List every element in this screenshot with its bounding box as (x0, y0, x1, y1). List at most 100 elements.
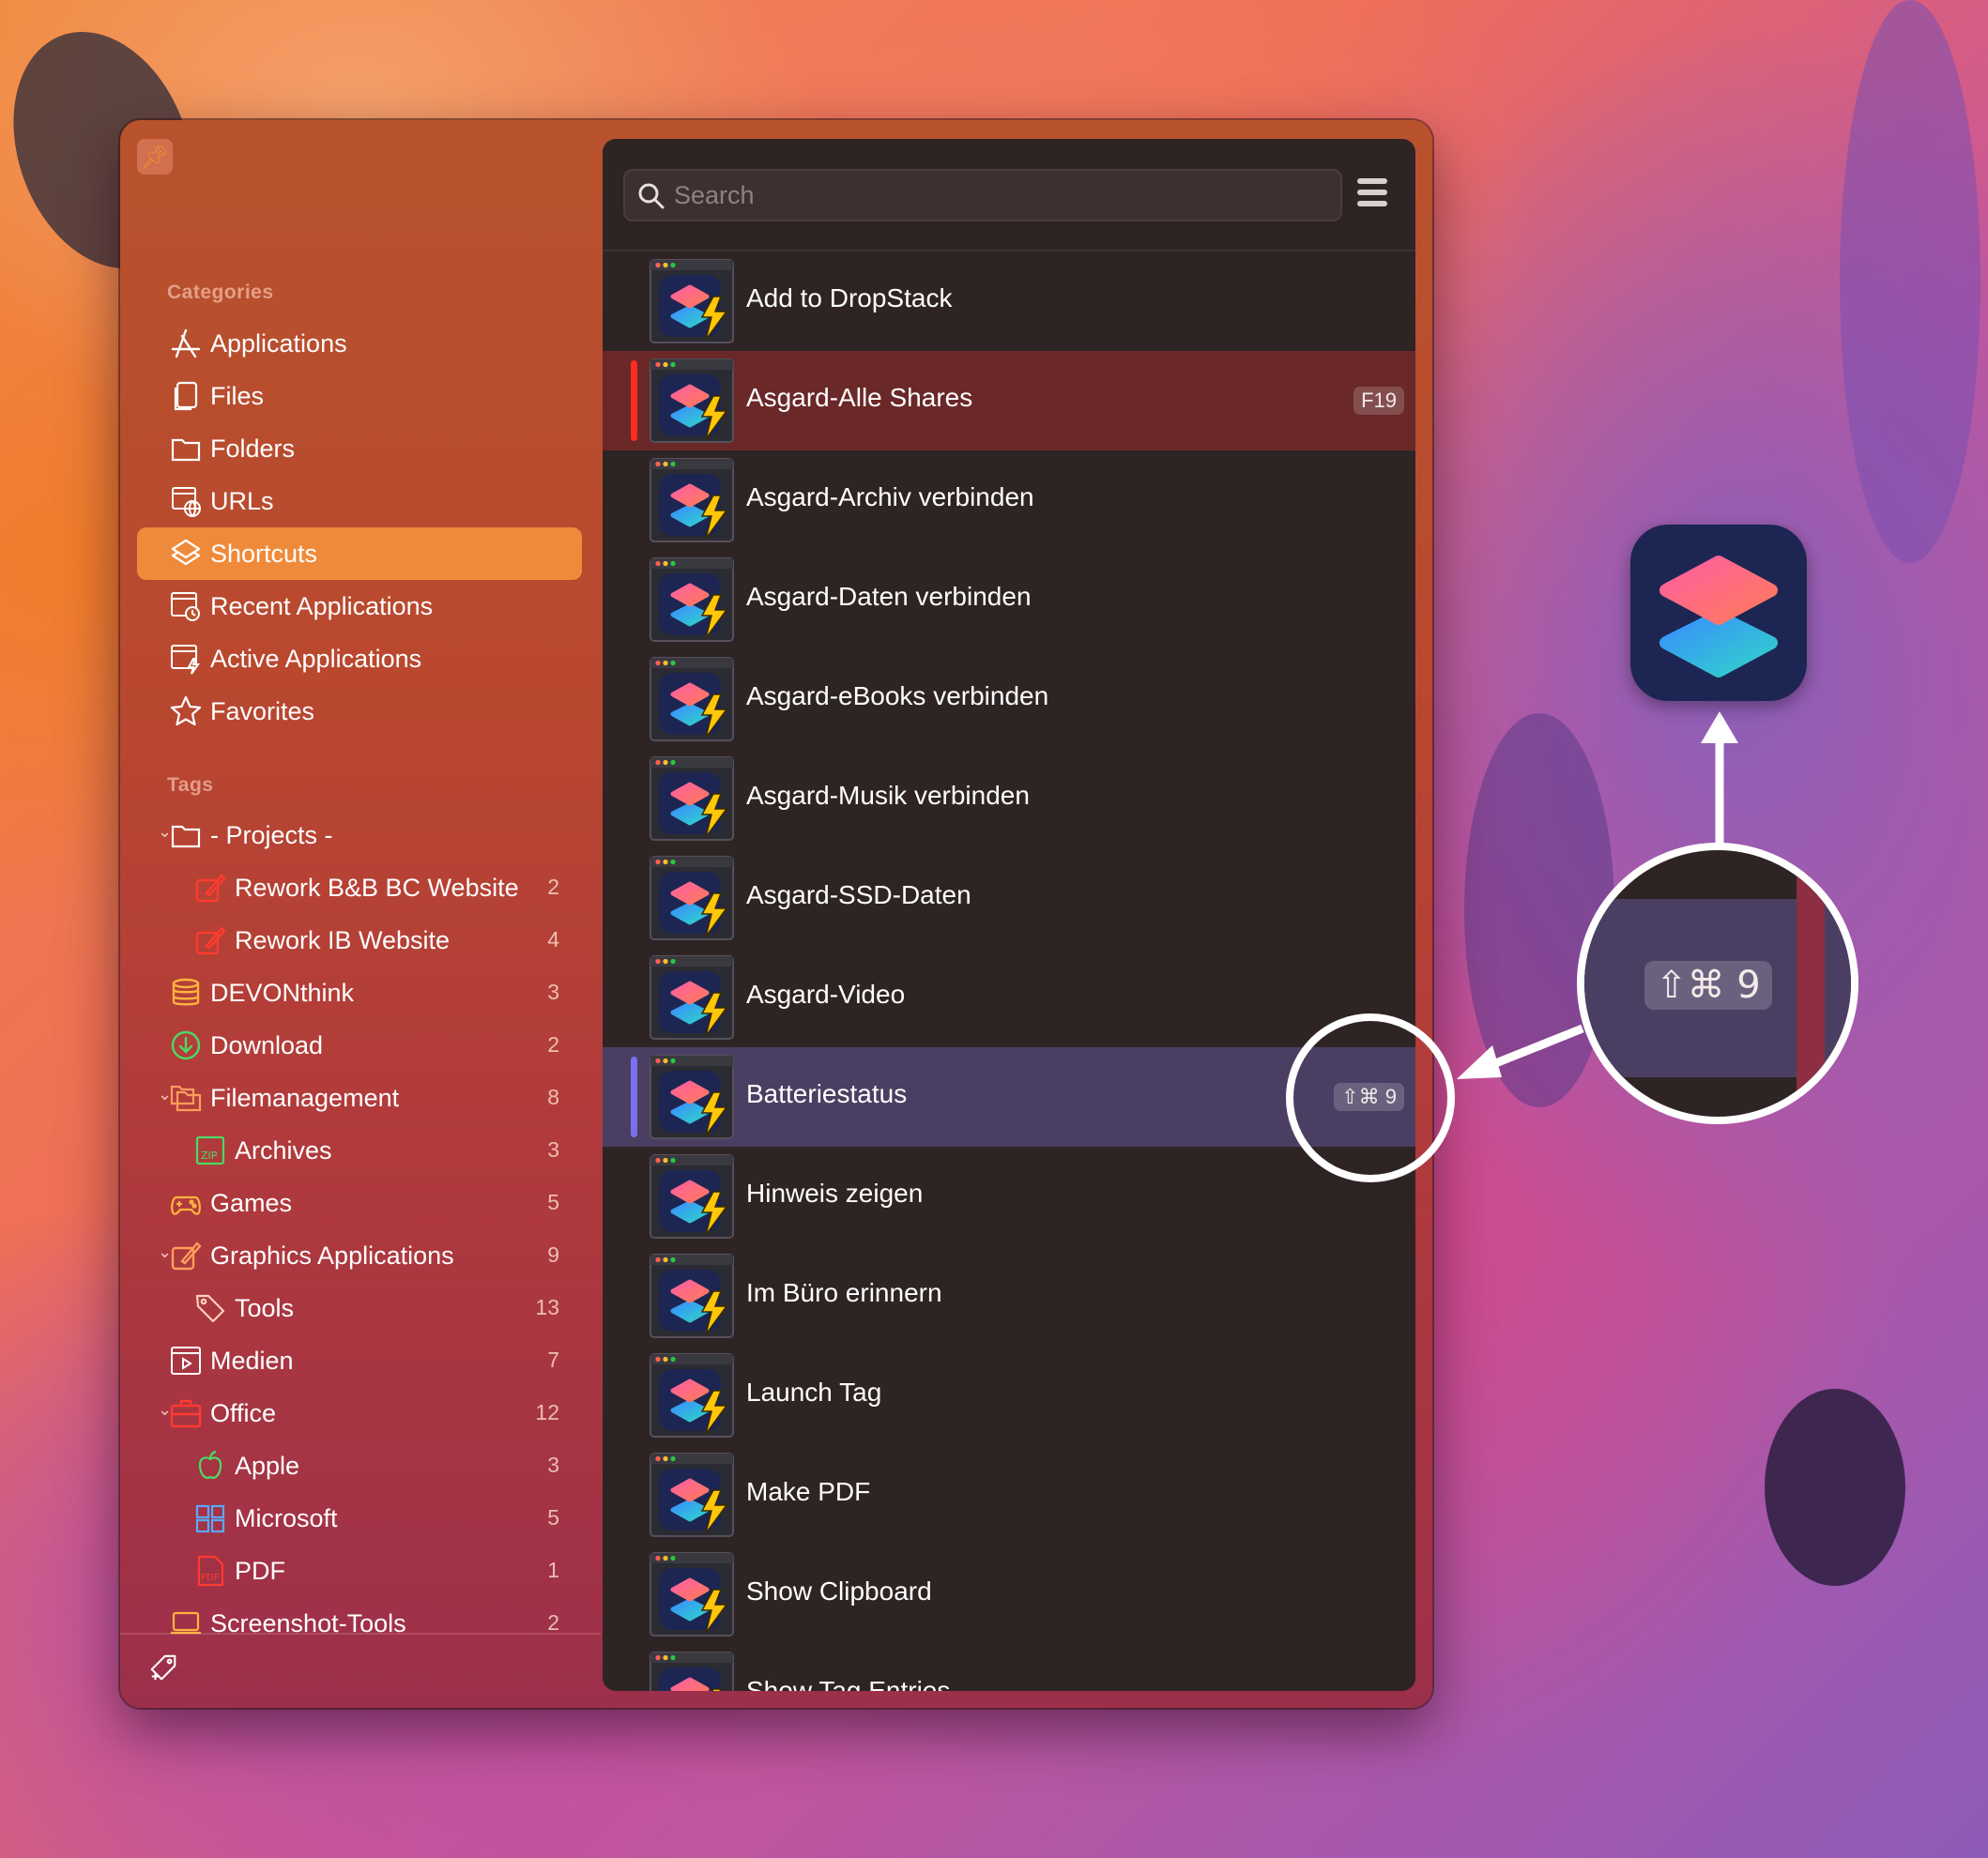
highlight-circle (1286, 1013, 1455, 1182)
sidebar-item-shortcuts[interactable]: Shortcuts (137, 527, 582, 580)
categories-heading: Categories (167, 282, 274, 303)
tag-label: Filemanagement (210, 1084, 400, 1112)
shortcut-item-icon (650, 657, 734, 741)
tag-archives[interactable]: ZIP Archives 3 (137, 1124, 582, 1177)
keyboard-shortcut-badge: F19 (1353, 387, 1404, 415)
tag-label: Games (210, 1189, 293, 1217)
list-item[interactable]: Asgard-Alle Shares F19 (603, 351, 1415, 450)
list-item[interactable]: Make PDF (603, 1445, 1415, 1545)
sidebar-item-folders[interactable]: Folders (137, 422, 582, 475)
tag-count: 3 (547, 980, 559, 1004)
tag-tools[interactable]: Tools 13 (137, 1282, 582, 1334)
list-item[interactable]: Show Tag Entries (603, 1644, 1415, 1691)
list-item-title: Asgard-eBooks verbinden (746, 681, 1049, 710)
list-item-title: Im Büro erinnern (746, 1278, 942, 1307)
list-item[interactable]: Add to DropStack (603, 251, 1415, 351)
sidebar-item-active-applications[interactable]: Active Applications (137, 632, 582, 685)
tag-filemanagement[interactable]: ⌄ Filemanagement 8 (137, 1072, 582, 1124)
sidebar-item-applications[interactable]: Applications (137, 317, 582, 370)
folders-icon (167, 1079, 205, 1117)
list-item[interactable]: Asgard-Archiv verbinden (603, 450, 1415, 550)
list-item-title: Asgard-Daten verbinden (746, 582, 1032, 611)
tag-pdf[interactable]: PDF PDF 1 (137, 1545, 582, 1597)
tag-microsoft[interactable]: Microsoft 5 (137, 1492, 582, 1545)
list-item-title: Add to DropStack (746, 283, 953, 312)
shortcut-item-icon (650, 1154, 734, 1239)
graphics-app-icon (191, 869, 229, 906)
list-item[interactable]: Im Büro erinnern (603, 1246, 1415, 1346)
tag-games[interactable]: Games 5 (137, 1177, 582, 1229)
list-item-title: Show Clipboard (746, 1576, 932, 1606)
list-item-title: Asgard-SSD-Daten (746, 880, 971, 909)
star-icon (167, 693, 205, 730)
list-item[interactable]: Asgard-Daten verbinden (603, 550, 1415, 649)
list-item-title: Launch Tag (746, 1378, 882, 1407)
tag-count: 5 (547, 1505, 559, 1530)
tag-rework-ib-website[interactable]: Rework IB Website 4 (137, 914, 582, 967)
tag-label: Rework IB Website (235, 926, 451, 954)
shortcuts-app-icon (1630, 525, 1807, 701)
tag-count: 1 (547, 1558, 559, 1582)
tag-label: Graphics Applications (210, 1241, 454, 1270)
tag-devonthink[interactable]: DEVONthink 3 (137, 967, 582, 1019)
search-field[interactable] (623, 169, 1342, 221)
media-icon (167, 1342, 205, 1379)
list-item[interactable]: Hinweis zeigen (603, 1147, 1415, 1246)
sidebar-item-urls[interactable]: URLs (137, 475, 582, 527)
tag-medien[interactable]: Medien 7 (137, 1334, 582, 1387)
shortcut-item-icon (650, 1552, 734, 1637)
tag-graphics-applications[interactable]: ⌄ Graphics Applications 9 (137, 1229, 582, 1282)
tag-apple[interactable]: Apple 3 (137, 1439, 582, 1492)
sidebar-item-files[interactable]: Files (137, 370, 582, 422)
svg-text:PDF: PDF (201, 1573, 220, 1583)
zip-icon: ZIP (191, 1132, 229, 1169)
list-item[interactable]: Show Clipboard (603, 1545, 1415, 1644)
tag-projects[interactable]: ⌄ - Projects - (137, 809, 582, 861)
tag-download[interactable]: Download 2 (137, 1019, 582, 1072)
sidebar-item-label: URLs (210, 487, 274, 515)
list-item-title: Asgard-Musik verbinden (746, 781, 1030, 810)
search-input[interactable] (674, 179, 1322, 211)
sidebar-item-label: Shortcuts (210, 540, 318, 568)
tag-label: DEVONthink (210, 979, 355, 1007)
tag-count: 5 (547, 1190, 559, 1214)
list-item[interactable]: Asgard-Musik verbinden (603, 749, 1415, 848)
tag-count: 2 (547, 1032, 559, 1057)
list-item[interactable]: Launch Tag (603, 1346, 1415, 1445)
shortcut-item-icon (650, 358, 734, 443)
sidebar-item-recent-applications[interactable]: Recent Applications (137, 580, 582, 632)
list-item[interactable]: Asgard-Video (603, 948, 1415, 1047)
database-icon (167, 974, 205, 1012)
files-icon (167, 377, 205, 415)
shortcut-list: Add to DropStack Asgard-Alle Shares F19 Asg… (603, 250, 1415, 1691)
sidebar-item-label: Active Applications (210, 645, 422, 673)
list-item-title: Asgard-Video (746, 980, 906, 1009)
gamepad-icon (167, 1184, 205, 1222)
menu-icon[interactable] (1353, 175, 1395, 214)
recent-apps-icon (167, 587, 205, 625)
add-tag-icon[interactable] (145, 1650, 182, 1687)
list-item-title: Show Tag Entries (746, 1676, 951, 1691)
active-apps-icon (167, 640, 205, 678)
tag-rework-bb-bc-website[interactable]: Rework B&B BC Website 2 (137, 861, 582, 914)
sidebar-item-label: Favorites (210, 697, 315, 725)
folder-icon (167, 816, 205, 854)
shortcut-item-icon (650, 756, 734, 841)
tag-label: Office (210, 1399, 277, 1427)
tag-count: 4 (547, 927, 559, 952)
pdf-icon: PDF (191, 1552, 229, 1590)
search-icon (636, 181, 666, 216)
list-item[interactable]: Asgard-SSD-Daten (603, 848, 1415, 948)
list-item-title: Hinweis zeigen (746, 1179, 924, 1208)
list-item[interactable]: Asgard-eBooks verbinden (603, 649, 1415, 749)
list-item-title: Asgard-Archiv verbinden (746, 482, 1034, 511)
apple-icon (191, 1447, 229, 1485)
zoom-shortcut-badge: ⇧⌘ 9 (1644, 961, 1772, 1010)
windows-icon (191, 1500, 229, 1537)
tag-office[interactable]: ⌄ Office 12 (137, 1387, 582, 1439)
sidebar-item-label: Folders (210, 434, 296, 463)
sidebar-item-favorites[interactable]: Favorites (137, 685, 582, 738)
tag-count: 3 (547, 1453, 559, 1477)
sidebar-item-label: Recent Applications (210, 592, 434, 620)
download-icon (167, 1027, 205, 1064)
